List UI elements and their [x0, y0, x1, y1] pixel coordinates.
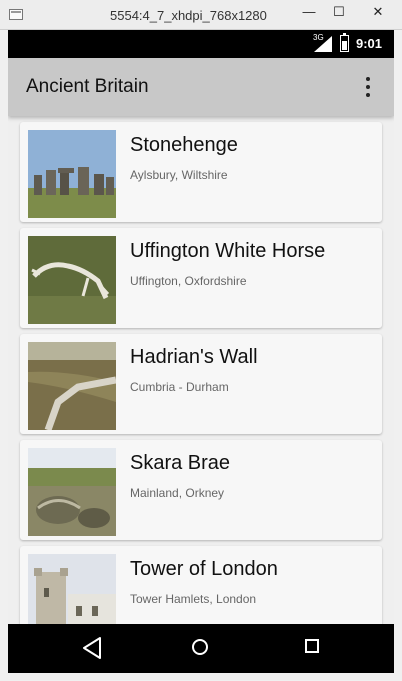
place-location: Mainland, Orkney: [130, 486, 225, 500]
place-name: Hadrian's Wall: [130, 346, 258, 368]
signal-icon: [314, 36, 332, 52]
more-vert-icon[interactable]: [360, 75, 376, 99]
minimize-button[interactable]: —: [296, 2, 322, 22]
navigation-bar: [8, 624, 394, 673]
tower-of-london-image: [28, 554, 116, 624]
emulator-window-titlebar: 5554:4_7_xhdpi_768x1280 — ☐ ✕: [0, 0, 402, 30]
status-time: 9:01: [356, 36, 383, 51]
list-item[interactable]: Uffington White Horse Uffington, Oxfords…: [20, 228, 382, 328]
battery-icon: [340, 33, 349, 52]
recents-icon[interactable]: [305, 639, 319, 653]
hadrians-wall-image: [28, 342, 116, 430]
place-location: Cumbria - Durham: [130, 380, 229, 394]
place-name: Tower of London: [130, 558, 278, 580]
app-title: Ancient Britain: [26, 76, 149, 97]
place-location: Uffington, Oxfordshire: [130, 274, 247, 288]
close-button[interactable]: ✕: [356, 2, 400, 22]
maximize-button[interactable]: ☐: [326, 2, 352, 22]
list-item[interactable]: Hadrian's Wall Cumbria - Durham: [20, 334, 382, 434]
place-name: Stonehenge: [130, 134, 238, 156]
skara-brae-image: [28, 448, 116, 536]
place-name: Uffington White Horse: [130, 240, 326, 262]
place-name: Skara Brae: [130, 452, 231, 474]
places-list[interactable]: Stonehenge Aylsbury, Wiltshire Uffington…: [8, 116, 394, 624]
place-location: Aylsbury, Wiltshire: [130, 168, 228, 182]
back-icon[interactable]: [82, 637, 102, 659]
status-bar: 3G 9:01: [8, 30, 394, 58]
list-item[interactable]: Skara Brae Mainland, Orkney: [20, 440, 382, 540]
device-screen: 3G 9:01 Ancient Britain Stonehenge Aylsb…: [8, 30, 394, 673]
place-location: Tower Hamlets, London: [130, 592, 257, 606]
window-app-icon: [9, 9, 23, 20]
stonehenge-image: [28, 130, 116, 218]
list-item[interactable]: Tower of London Tower Hamlets, London: [20, 546, 382, 624]
window-title: 5554:4_7_xhdpi_768x1280: [110, 8, 267, 23]
home-icon[interactable]: [192, 639, 208, 655]
app-bar: Ancient Britain: [8, 58, 394, 116]
list-item[interactable]: Stonehenge Aylsbury, Wiltshire: [20, 122, 382, 222]
uffington-white-horse-image: [28, 236, 116, 324]
